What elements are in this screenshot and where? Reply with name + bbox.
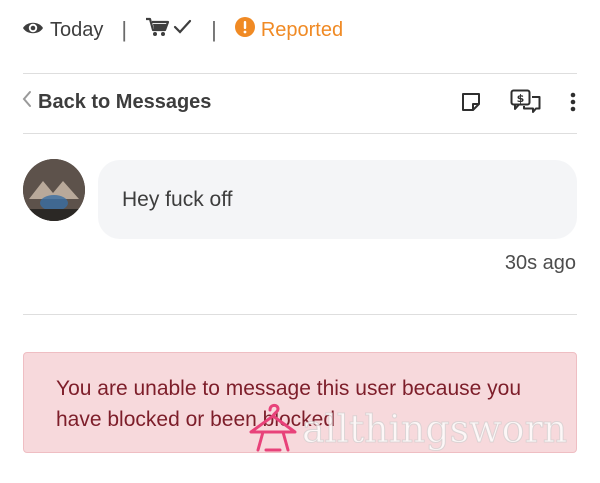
eye-icon: [22, 19, 44, 42]
separator: |: [211, 17, 217, 42]
divider: [23, 133, 577, 134]
order-stat: [145, 16, 193, 44]
separator: |: [121, 17, 128, 42]
blocked-alert: You are unable to message this user beca…: [23, 352, 577, 453]
views-stat: Today: [22, 19, 103, 42]
message-bubble: Hey fuck off: [98, 160, 577, 239]
message-timestamp: 30s ago: [504, 252, 576, 274]
alert-circle-icon: [234, 17, 255, 43]
divider: [23, 73, 577, 74]
header-actions: $: [460, 89, 576, 115]
message-text: Hey fuck off: [122, 187, 233, 211]
back-to-messages-link[interactable]: Back to Messages: [22, 90, 211, 114]
offer-chat-icon[interactable]: $: [510, 89, 542, 115]
divider: [23, 314, 577, 315]
blocked-alert-text: You are unable to message this user beca…: [56, 377, 522, 431]
back-label: Back to Messages: [38, 90, 212, 113]
conversation-header: Back to Messages $: [22, 86, 576, 118]
avatar[interactable]: [23, 159, 85, 221]
cart-check-icon: [145, 16, 193, 44]
note-icon[interactable]: [460, 91, 482, 113]
reported-status: Reported: [234, 17, 344, 43]
more-vertical-icon[interactable]: [570, 92, 576, 112]
views-label: Today: [50, 18, 104, 41]
status-bar: Today | | Reported: [22, 14, 343, 46]
svg-text:$: $: [517, 92, 525, 105]
reported-label: Reported: [260, 18, 344, 41]
chevron-left-icon: [22, 90, 32, 114]
